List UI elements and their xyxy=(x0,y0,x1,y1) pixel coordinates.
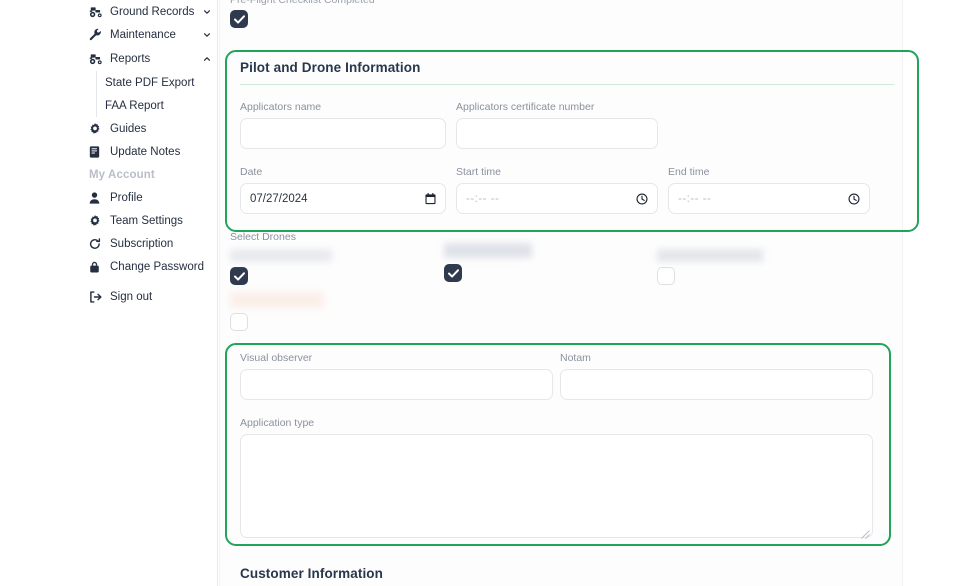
sidebar-item-label: Change Password xyxy=(110,260,204,273)
notam-label: Notam xyxy=(560,352,591,364)
sidebar-item-profile[interactable]: Profile xyxy=(0,186,217,209)
application-type-label: Application type xyxy=(240,417,315,429)
sidebar-item-subscription[interactable]: Subscription xyxy=(0,232,217,255)
calendar-icon[interactable] xyxy=(425,192,436,205)
clock-icon[interactable] xyxy=(636,192,648,205)
sidebar-item-state-pdf-export[interactable]: State PDF Export xyxy=(0,71,217,94)
sidebar-item-maintenance[interactable]: Maintenance xyxy=(0,23,217,46)
pilot-section-heading: Pilot and Drone Information xyxy=(240,60,421,75)
applicators-name-field: Applicators name xyxy=(240,101,446,149)
drone-checkbox[interactable] xyxy=(657,267,675,285)
preflight-checklist-label: Pre-Flight Checklist Completed xyxy=(230,0,375,6)
drone-name-redacted xyxy=(230,249,332,262)
select-drones-label: Select Drones xyxy=(230,231,296,243)
drone-option-1[interactable] xyxy=(230,249,340,285)
drone-checkbox[interactable] xyxy=(230,267,248,285)
wrench-icon xyxy=(89,28,104,42)
pilot-section-divider xyxy=(240,84,894,85)
form-pane: Pre-Flight Checklist Completed Pilot and… xyxy=(219,0,919,586)
date-input[interactable]: 07/27/2024 xyxy=(240,183,446,214)
notam-field: Notam xyxy=(560,352,873,400)
date-field: Date 07/27/2024 xyxy=(240,166,446,214)
application-type-field: Application type xyxy=(240,417,873,539)
drone-checkbox[interactable] xyxy=(444,264,462,282)
drone-name-redacted xyxy=(657,249,763,262)
user-icon xyxy=(89,191,104,205)
chevron-up-icon[interactable] xyxy=(204,56,217,62)
drone-name-redacted xyxy=(444,243,532,258)
sidebar-item-label: Subscription xyxy=(110,237,174,250)
drone-name-redacted xyxy=(230,292,324,308)
date-label: Date xyxy=(240,166,263,178)
applicators-certificate-number-input[interactable] xyxy=(456,118,658,149)
start-time-field: Start time --:-- -- xyxy=(456,166,658,214)
tractor-icon xyxy=(89,5,104,19)
application-type-textarea[interactable] xyxy=(240,434,873,539)
applicators-name-input[interactable] xyxy=(240,118,446,149)
sidebar-item-label: Profile xyxy=(110,191,143,204)
tractor-icon xyxy=(89,52,104,66)
sidebar: Ground Records Maintenance Reports State… xyxy=(0,0,218,586)
sidebar-item-label: Maintenance xyxy=(110,28,176,41)
sidebar-item-label: Reports xyxy=(110,52,151,65)
notam-input[interactable] xyxy=(560,369,873,400)
visual-observer-input[interactable] xyxy=(240,369,553,400)
visual-observer-field: Visual observer xyxy=(240,352,553,400)
preflight-checklist-group: Pre-Flight Checklist Completed xyxy=(230,0,630,28)
customer-section-heading: Customer Information xyxy=(240,566,384,581)
textarea-resize-handle[interactable] xyxy=(861,526,870,539)
main-content: Pre-Flight Checklist Completed Pilot and… xyxy=(219,0,975,586)
chevron-down-icon[interactable] xyxy=(204,9,217,15)
sidebar-item-faa-report[interactable]: FAA Report xyxy=(0,94,217,117)
drone-option-2[interactable] xyxy=(444,243,554,282)
sidebar-item-change-password[interactable]: Change Password xyxy=(0,255,217,278)
sidebar-item-label: Guides xyxy=(110,122,147,135)
sidebar-item-label: State PDF Export xyxy=(105,76,195,89)
end-time-field: End time --:-- -- xyxy=(668,166,870,214)
drone-option-4[interactable] xyxy=(230,292,340,331)
applicators-name-label: Applicators name xyxy=(240,101,322,113)
book-icon xyxy=(89,145,104,159)
drone-option-3[interactable] xyxy=(657,249,767,285)
sidebar-item-sign-out[interactable]: Sign out xyxy=(0,285,217,308)
sidebar-item-guides[interactable]: Guides xyxy=(0,117,217,140)
sidebar-item-ground-records[interactable]: Ground Records xyxy=(0,0,217,23)
drone-checkbox[interactable] xyxy=(230,313,248,331)
start-time-input[interactable]: --:-- -- xyxy=(456,183,658,214)
sidebar-item-reports[interactable]: Reports xyxy=(0,47,217,70)
sidebar-item-label: Ground Records xyxy=(110,5,195,18)
gear-icon xyxy=(89,214,104,228)
chevron-down-icon[interactable] xyxy=(204,32,217,38)
sidebar-section-my-account: My Account xyxy=(0,163,217,186)
lock-icon xyxy=(89,260,104,274)
sidebar-section-label: My Account xyxy=(89,168,155,181)
sidebar-item-label: Update Notes xyxy=(110,145,181,158)
gear-icon xyxy=(89,122,104,136)
preflight-checklist-checkbox[interactable] xyxy=(230,10,248,28)
sidebar-item-team-settings[interactable]: Team Settings xyxy=(0,209,217,232)
sidebar-item-label: FAA Report xyxy=(105,99,164,112)
clock-icon[interactable] xyxy=(848,192,860,205)
sidebar-item-label: Team Settings xyxy=(110,214,183,227)
applicators-certificate-number-field: Applicators certificate number xyxy=(456,101,658,149)
start-time-label: Start time xyxy=(456,166,501,178)
sign-out-icon xyxy=(89,290,104,304)
refresh-icon xyxy=(89,237,104,251)
sidebar-item-update-notes[interactable]: Update Notes xyxy=(0,140,217,163)
visual-observer-label: Visual observer xyxy=(240,352,313,364)
applicators-certificate-number-label: Applicators certificate number xyxy=(456,101,595,113)
sidebar-item-label: Sign out xyxy=(110,290,153,303)
end-time-input[interactable]: --:-- -- xyxy=(668,183,870,214)
end-time-label: End time xyxy=(668,166,710,178)
